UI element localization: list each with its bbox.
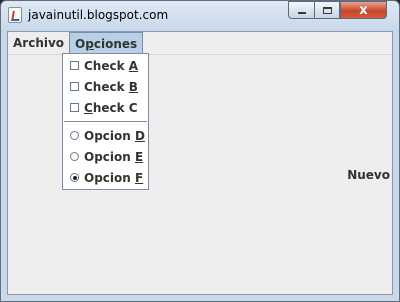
menu-opciones[interactable]: Opciones [69,32,144,54]
minimize-icon [297,12,306,14]
title-bar[interactable]: javainutil.blogspot.com x [1,1,399,29]
menu-item-opcion-e[interactable]: Opcion E [63,146,148,167]
content-pane: Archivo Opciones Check A Check B Check C [7,31,393,295]
opciones-dropdown: Check A Check B Check C Opcion D Opcion … [62,53,149,190]
maximize-icon [322,6,332,14]
close-button[interactable]: x [340,1,387,19]
menu-item-label: Opcion F [84,170,144,185]
menu-separator [64,121,147,122]
app-window: javainutil.blogspot.com x Archivo Opcion… [0,0,400,302]
menu-item-check-a[interactable]: Check A [63,55,148,76]
menu-item-label: Opcion E [84,149,144,164]
menu-item-label: Check A [84,58,139,73]
checkbox-icon [70,103,79,112]
menu-item-check-c[interactable]: Check C [63,97,148,118]
menu-item-opcion-f[interactable]: Opcion F [63,167,148,188]
menu-item-check-b[interactable]: Check B [63,76,148,97]
java-app-icon[interactable] [8,7,22,23]
menu-opciones-label: Opciones [75,36,138,51]
maximize-button[interactable] [314,1,340,19]
checkbox-icon [70,61,79,70]
radio-icon [70,152,79,161]
menu-archivo-label: Archivo [13,36,65,50]
close-icon: x [359,2,368,18]
menu-bar: Archivo Opciones [8,32,392,55]
window-controls: x [288,1,387,21]
menu-item-label: Check B [84,79,138,94]
radio-icon [70,131,79,140]
menu-item-label: Opcion D [84,128,145,143]
nuevo-label: Nuevo [347,168,390,182]
menu-item-opcion-d[interactable]: Opcion D [63,125,148,146]
checkbox-icon [70,82,79,91]
radio-selected-icon [70,173,79,182]
minimize-button[interactable] [288,1,314,19]
window-title: javainutil.blogspot.com [28,8,169,22]
menu-archivo[interactable]: Archivo [8,32,69,54]
menu-item-label: Check C [84,100,138,115]
